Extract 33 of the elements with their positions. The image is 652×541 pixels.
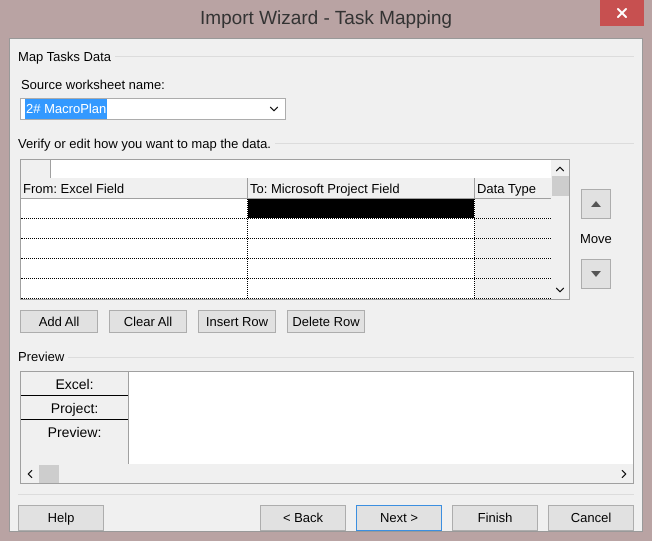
section-title: Preview — [18, 348, 64, 366]
selected-cell[interactable] — [248, 199, 474, 218]
section-title: Map Tasks Data — [18, 48, 111, 66]
close-button[interactable] — [600, 0, 644, 26]
column-header[interactable]: To: Microsoft Project Field — [248, 178, 475, 198]
preview-row-label: Preview: — [46, 422, 102, 442]
dropdown-value: 2# MacroPlan — [25, 99, 108, 119]
dialog-button[interactable]: Finish — [452, 505, 538, 531]
triangle-down-icon — [590, 270, 601, 277]
grid-button[interactable]: Add All — [20, 310, 98, 334]
field-label: Source worksheet name: — [21, 76, 166, 94]
grid-button[interactable]: Insert Row — [198, 310, 276, 334]
vertical-scrollbar[interactable] — [551, 160, 569, 300]
dialog-button[interactable]: Cancel — [548, 505, 634, 531]
grid-button[interactable]: Delete Row — [287, 310, 365, 334]
move-label: Move — [580, 230, 612, 248]
column-header[interactable]: Data Type — [475, 178, 551, 198]
scrollbar-thumb[interactable] — [39, 464, 59, 482]
dialog-button[interactable]: Help — [18, 505, 104, 531]
move-up-button[interactable] — [580, 189, 611, 220]
horizontal-scrollbar[interactable] — [21, 464, 633, 483]
dialog-button[interactable]: Next > — [356, 505, 442, 531]
close-icon — [614, 5, 630, 21]
dialog-button[interactable]: < Back — [260, 505, 346, 531]
section-title: Verify or edit how you want to map the data. — [18, 134, 271, 153]
grid-button[interactable]: Clear All — [109, 310, 187, 334]
preview-row-label: Project: — [21, 396, 128, 420]
scrollbar-thumb[interactable] — [552, 176, 568, 196]
preview-row-label: Excel: — [21, 372, 128, 396]
move-down-button[interactable] — [580, 258, 611, 289]
column-header[interactable]: From: Excel Field — [21, 178, 248, 198]
window-title: Import Wizard - Task Mapping — [200, 6, 452, 31]
triangle-up-icon — [590, 201, 601, 208]
